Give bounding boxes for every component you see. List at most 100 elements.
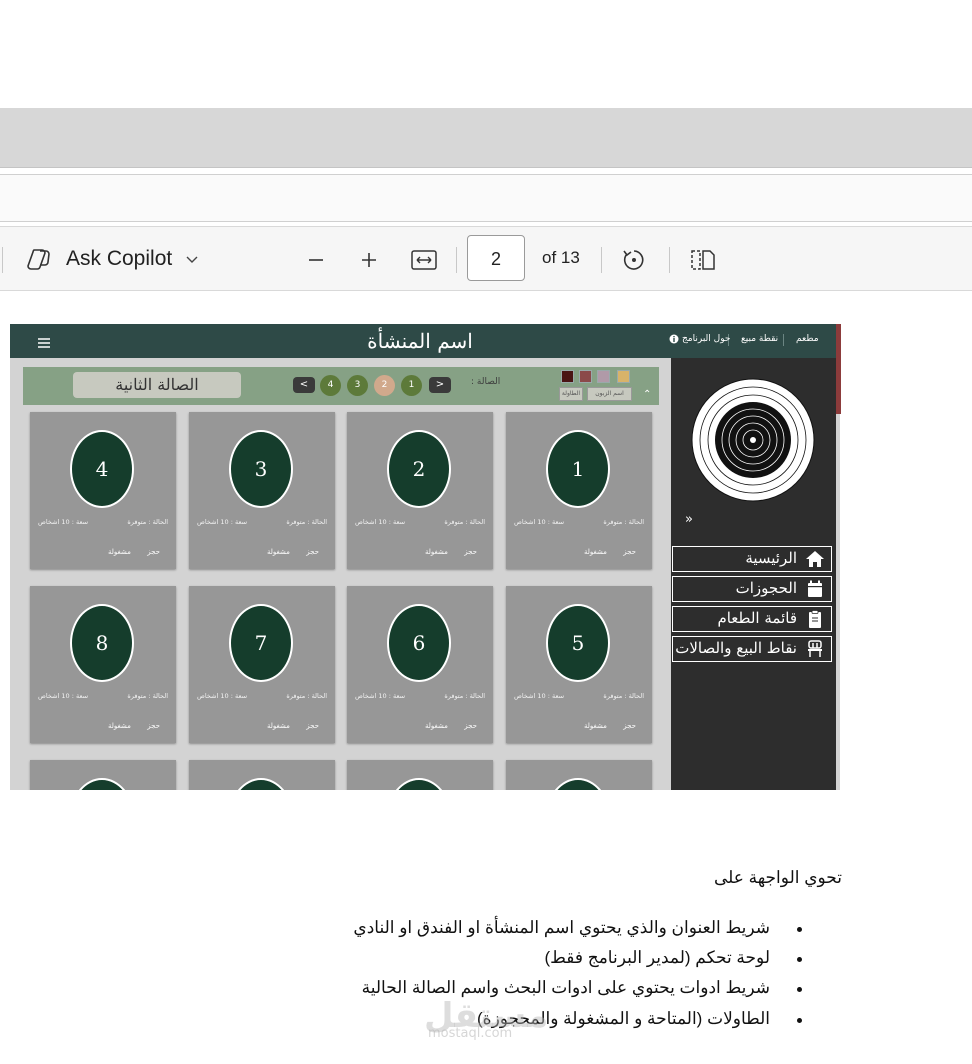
page-view-icon[interactable]	[688, 245, 718, 275]
tables-area: الصالة الثانية < 4 3 2 1 > الصالة : الطا…	[10, 358, 671, 790]
hall-page-3[interactable]: 3	[347, 375, 368, 396]
app-screenshot: اسم المنشأة مطعم نقطة مبيع حول البرنامج …	[10, 324, 840, 790]
pdf-toolbar: Ask Copilot 2 of 13	[0, 226, 972, 291]
busy-button[interactable]: مشغولة	[267, 722, 290, 730]
table-card-partial[interactable]	[189, 760, 335, 790]
busy-button[interactable]: مشغولة	[267, 548, 290, 556]
fit-width-icon[interactable]	[409, 245, 439, 275]
table-number: 6	[387, 604, 451, 682]
page-number-input[interactable]: 2	[467, 235, 525, 281]
sidebar-item-reservations[interactable]: الحجوزات	[672, 576, 832, 602]
bullet-dot	[797, 927, 802, 932]
busy-button[interactable]: مشغولة	[584, 548, 607, 556]
book-button[interactable]: حجز	[306, 548, 319, 556]
sidebar-item-label: الحجوزات	[735, 579, 797, 597]
double-chevron-right-icon[interactable]: »	[685, 512, 693, 527]
table-status: الحالة : متوفرة	[127, 692, 168, 700]
table-circle	[70, 778, 134, 790]
header-nav-about[interactable]: حول البرنامج	[682, 334, 730, 344]
table-capacity: سعة : 10 اشخاص	[38, 518, 89, 526]
chevron-right-icon[interactable]: >	[429, 377, 451, 393]
table-card[interactable]: 4 الحالة : متوفرة سعة : 10 اشخاص حجز مشغولة	[30, 412, 176, 569]
table-capacity: سعة : 10 اشخاص	[197, 518, 248, 526]
hall-toolbar: الصالة الثانية < 4 3 2 1 > الصالة : الطا…	[23, 367, 659, 405]
sidebar-item-pos-halls[interactable]: نقاط البيع والصالات	[672, 636, 832, 662]
book-button[interactable]: حجز	[623, 548, 636, 556]
app-title: اسم المنشأة	[367, 329, 473, 353]
browser-tab-bar	[0, 108, 972, 168]
book-button[interactable]: حجز	[147, 722, 160, 730]
book-button[interactable]: حجز	[623, 722, 636, 730]
table-card[interactable]: 7 الحالة : متوفرة سعة : 10 اشخاص حجز مشغولة	[189, 586, 335, 743]
bullet-dot	[797, 957, 802, 962]
target-logo	[691, 378, 815, 502]
table-status: الحالة : متوفرة	[444, 518, 485, 526]
table-card[interactable]: 8 الحالة : متوفرة سعة : 10 اشخاص حجز مشغولة	[30, 586, 176, 743]
busy-button[interactable]: مشغولة	[584, 722, 607, 730]
bullet-dot	[797, 1018, 802, 1023]
zoom-in-button[interactable]	[354, 245, 384, 275]
table-card-partial[interactable]	[347, 760, 493, 790]
table-number: 3	[229, 430, 293, 508]
chevron-down-icon[interactable]	[177, 245, 207, 275]
info-icon	[669, 334, 679, 347]
hamburger-menu-icon[interactable]	[38, 334, 50, 348]
table-card[interactable]: 3 الحالة : متوفرة سعة : 10 اشخاص حجز مشغولة	[189, 412, 335, 569]
toolbar-divider	[2, 247, 3, 273]
sidebar-item-home[interactable]: الرئيسية	[672, 546, 832, 572]
book-button[interactable]: حجز	[464, 722, 477, 730]
app-header: اسم المنشأة مطعم نقطة مبيع حول البرنامج	[10, 324, 840, 358]
table-card[interactable]: 2 الحالة : متوفرة سعة : 10 اشخاص حجز مشغولة	[347, 412, 493, 569]
page-total-label: of 13	[542, 248, 580, 267]
table-capacity: سعة : 10 اشخاص	[38, 692, 89, 700]
table-number: 5	[546, 604, 610, 682]
toolbar-divider	[601, 247, 602, 273]
hall-page-2[interactable]: 2	[374, 375, 395, 396]
table-card-partial[interactable]	[30, 760, 176, 790]
filter-table-button[interactable]: الطاولة	[559, 387, 583, 401]
table-card[interactable]: 6 الحالة : متوفرة سعة : 10 اشخاص حجز مشغولة	[347, 586, 493, 743]
toolbar-divider	[456, 247, 457, 273]
table-circle	[387, 778, 451, 790]
header-nav-divider	[783, 334, 784, 346]
color-swatch[interactable]	[579, 370, 592, 383]
double-chevron-up-icon[interactable]: ⌃	[643, 389, 651, 400]
sidebar-item-menu[interactable]: قائمة الطعام	[672, 606, 832, 632]
color-swatch[interactable]	[617, 370, 630, 383]
book-button[interactable]: حجز	[147, 548, 160, 556]
hall-page-4[interactable]: 4	[320, 375, 341, 396]
filter-customer-button[interactable]: اسم الزبون	[587, 387, 632, 401]
rotate-icon[interactable]	[619, 245, 649, 275]
hall-label: الصالة :	[471, 377, 501, 387]
app-scrollbar[interactable]	[836, 324, 841, 414]
doc-bullet-2: لوحة تحكم (لمدير البرنامج فقط)	[544, 948, 770, 967]
current-hall-name: الصالة الثانية	[73, 372, 241, 398]
table-status: الحالة : متوفرة	[444, 692, 485, 700]
hall-page-1[interactable]: 1	[401, 375, 422, 396]
browser-address-bar[interactable]	[0, 174, 972, 222]
calendar-icon	[805, 580, 825, 598]
chevron-left-icon[interactable]: <	[293, 377, 315, 393]
doc-bullet-3: شريط ادوات يحتوي على ادوات البحث واسم ال…	[361, 978, 770, 997]
table-card-partial[interactable]	[506, 760, 652, 790]
table-number: 2	[387, 430, 451, 508]
control-panel-sidebar: » الرئيسية الحجوزات قائمة الطعام نقاط ال…	[671, 358, 836, 790]
busy-button[interactable]: مشغولة	[425, 722, 448, 730]
header-nav-pos[interactable]: نقطة مبيع	[741, 334, 778, 344]
table-card[interactable]: 1 الحالة : متوفرة سعة : 10 اشخاص حجز مشغولة	[506, 412, 652, 569]
book-button[interactable]: حجز	[464, 548, 477, 556]
ask-copilot-label[interactable]: Ask Copilot	[66, 247, 172, 271]
header-nav-restaurant[interactable]: مطعم	[796, 334, 819, 344]
busy-button[interactable]: مشغولة	[425, 548, 448, 556]
table-status: الحالة : متوفرة	[286, 692, 327, 700]
copilot-icon[interactable]	[24, 245, 54, 275]
busy-button[interactable]: مشغولة	[108, 722, 131, 730]
table-card[interactable]: 5 الحالة : متوفرة سعة : 10 اشخاص حجز مشغولة	[506, 586, 652, 743]
zoom-out-button[interactable]	[301, 245, 331, 275]
doc-intro: تحوي الواجهة على	[713, 868, 842, 887]
color-swatch[interactable]	[597, 370, 610, 383]
book-button[interactable]: حجز	[306, 722, 319, 730]
color-swatch[interactable]	[561, 370, 574, 383]
table-number: 7	[229, 604, 293, 682]
busy-button[interactable]: مشغولة	[108, 548, 131, 556]
